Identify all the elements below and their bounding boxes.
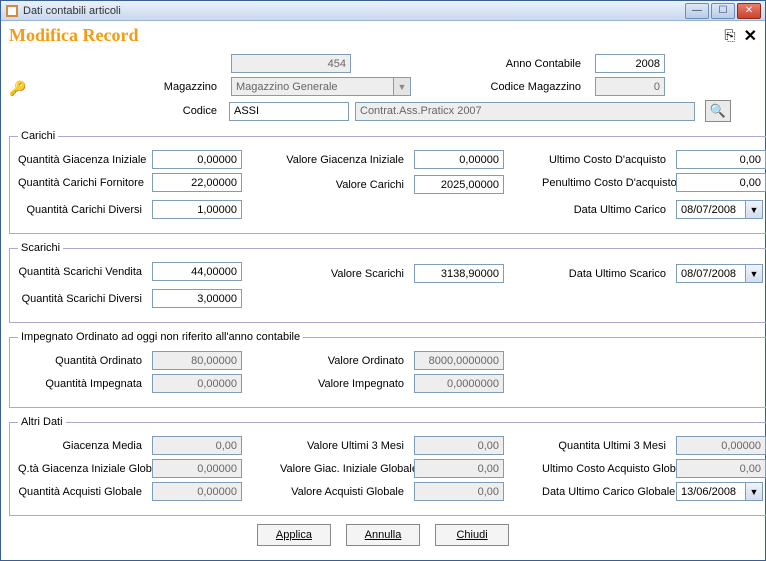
date-dropdown-icon[interactable]: ▼ xyxy=(746,482,763,501)
magazzino-dropdown-icon[interactable]: ▼ xyxy=(394,77,411,96)
val-car-label: Valore Carichi xyxy=(280,179,410,191)
val-u3m-field xyxy=(414,436,504,455)
val-car-field[interactable] xyxy=(414,175,504,194)
applica-button[interactable]: Applica xyxy=(257,524,331,546)
qta-imp-field xyxy=(152,374,242,393)
close-icon[interactable]: ✕ xyxy=(744,26,757,46)
val-u3m-label: Valore Ultimi 3 Mesi xyxy=(280,440,410,452)
search-button[interactable]: 🔍 xyxy=(705,100,731,122)
key-icon: 🔑 xyxy=(9,80,33,97)
data-ult-car-glob-label: Data Ultimo Carico Globale xyxy=(542,486,672,498)
data-ult-car-label: Data Ultimo Carico xyxy=(542,204,672,216)
qta-sc-vend-label: Quantità Scarichi Vendita xyxy=(18,266,148,278)
impegnato-group: Impegnato Ordinato ad oggi non riferito … xyxy=(9,331,766,408)
val-ord-field xyxy=(414,351,504,370)
ultimo-costo-field[interactable] xyxy=(676,150,766,169)
val-giac-iniz-field[interactable] xyxy=(414,150,504,169)
giac-media-label: Giacenza Media xyxy=(18,440,148,452)
val-giac-glob-field xyxy=(414,459,504,478)
ult-costo-glob-label: Ultimo Costo Acquisto Globale xyxy=(542,463,672,475)
ultimo-costo-label: Ultimo Costo D'acquisto xyxy=(542,154,672,166)
close-button[interactable]: ✕ xyxy=(737,3,761,19)
scarichi-legend: Scarichi xyxy=(18,242,63,254)
anno-contabile-label: Anno Contabile xyxy=(467,58,587,70)
date-dropdown-icon[interactable]: ▼ xyxy=(746,200,763,219)
magazzino-select[interactable] xyxy=(231,77,394,96)
codice-magazzino-label: Codice Magazzino xyxy=(467,81,587,93)
qta-car-forn-label: Quantità Carichi Fornitore xyxy=(18,177,148,189)
form-header: Modifica Record ⎘ ✕ xyxy=(1,21,765,48)
penult-costo-label: Penultimo Costo D'acquisto xyxy=(542,177,672,189)
qta-car-div-label: Quantità Carichi Diversi xyxy=(18,204,148,216)
penult-costo-field[interactable] xyxy=(676,173,766,192)
search-icon: 🔍 xyxy=(710,103,726,119)
qta-giac-iniz-field[interactable] xyxy=(152,150,242,169)
data-ult-sc-field[interactable] xyxy=(676,264,746,283)
qta-car-forn-field[interactable] xyxy=(152,173,242,192)
date-dropdown-icon[interactable]: ▼ xyxy=(746,264,763,283)
carichi-group: Carichi Quantità Giacenza Iniziale Valor… xyxy=(9,130,766,234)
qta-car-div-field[interactable] xyxy=(152,200,242,219)
qta-sc-vend-field[interactable] xyxy=(152,262,242,281)
data-ult-car-field[interactable] xyxy=(676,200,746,219)
val-imp-field xyxy=(414,374,504,393)
titlebar[interactable]: Dati contabili articoli — ☐ ✕ xyxy=(1,1,765,21)
data-ult-sc-label: Data Ultimo Scarico xyxy=(542,268,672,280)
qta-u3m-label: Quantita Ultimi 3 Mesi xyxy=(542,440,672,452)
qta-giac-glob-field xyxy=(152,459,242,478)
val-sc-label: Valore Scarichi xyxy=(280,268,410,280)
qta-imp-label: Quantità Impegnata xyxy=(18,378,148,390)
codice-magazzino-field xyxy=(595,77,665,96)
qta-ord-label: Quantità Ordinato xyxy=(18,355,148,367)
val-giac-glob-label: Valore Giac. Iniziale Globale xyxy=(280,463,410,475)
val-ord-label: Valore Ordinato xyxy=(280,355,410,367)
giac-media-field xyxy=(152,436,242,455)
val-acq-glob-field xyxy=(414,482,504,501)
impegnato-legend: Impegnato Ordinato ad oggi non riferito … xyxy=(18,331,303,343)
anno-contabile-field[interactable] xyxy=(595,54,665,73)
qta-giac-glob-label: Q.tà Giacenza Iniziale Globale xyxy=(18,463,148,475)
val-acq-glob-label: Valore Acquisti Globale xyxy=(280,486,410,498)
record-id-field xyxy=(231,54,351,73)
val-giac-iniz-label: Valore Giacenza Iniziale xyxy=(280,154,410,166)
button-bar: Applica Annulla Chiudi xyxy=(9,516,757,552)
val-sc-field[interactable] xyxy=(414,264,504,283)
qta-sc-div-field[interactable] xyxy=(152,289,242,308)
page-title: Modifica Record xyxy=(9,25,724,46)
app-icon xyxy=(5,4,19,18)
scarichi-group: Scarichi Quantità Scarichi Vendita Valor… xyxy=(9,242,766,323)
maximize-button[interactable]: ☐ xyxy=(711,3,735,19)
chiudi-button[interactable]: Chiudi xyxy=(435,524,509,546)
qta-giac-iniz-label: Quantità Giacenza Iniziale xyxy=(18,154,148,166)
minimize-button[interactable]: — xyxy=(685,3,709,19)
altri-dati-group: Altri Dati Giacenza Media Valore Ultimi … xyxy=(9,416,766,516)
qta-acq-glob-label: Quantità Acquisti Globale xyxy=(18,486,148,498)
codice-label: Codice xyxy=(33,105,223,117)
magazzino-label: Magazzino xyxy=(33,81,223,93)
copy-icon[interactable]: ⎘ xyxy=(724,27,735,44)
codice-description-field xyxy=(355,102,695,121)
carichi-legend: Carichi xyxy=(18,130,58,142)
window-title: Dati contabili articoli xyxy=(23,5,685,17)
data-ult-car-glob-field[interactable] xyxy=(676,482,746,501)
ult-costo-glob-field xyxy=(676,459,766,478)
altri-legend: Altri Dati xyxy=(18,416,66,428)
qta-ord-field xyxy=(152,351,242,370)
qta-u3m-field xyxy=(676,436,766,455)
qta-acq-glob-field xyxy=(152,482,242,501)
qta-sc-div-label: Quantità Scarichi Diversi xyxy=(18,293,148,305)
annulla-button[interactable]: Annulla xyxy=(346,524,420,546)
codice-field[interactable] xyxy=(229,102,349,121)
val-imp-label: Valore Impegnato xyxy=(280,378,410,390)
